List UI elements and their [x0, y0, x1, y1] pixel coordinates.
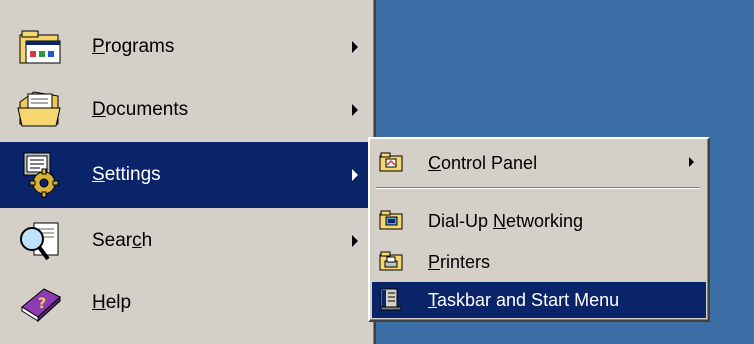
submenu-item-taskbar-and-start-menu[interactable]: Taskbar and Start Menu	[372, 282, 706, 318]
start-menu: Programs Documents Settings Search ? Hel…	[0, 0, 376, 344]
submenu-item-dialup-networking[interactable]: Dial-Up Networking	[372, 203, 706, 239]
start-menu-item-programs[interactable]: Programs	[0, 14, 372, 80]
start-menu-item-programs-label: Programs	[92, 36, 175, 57]
search-icon	[14, 215, 66, 267]
submenu-item-dialup-networking-label: Dial-Up Networking	[428, 211, 584, 231]
svg-text:?: ?	[38, 296, 46, 312]
start-menu-item-search[interactable]: Search	[0, 208, 372, 274]
submenu-arrow-icon	[352, 169, 358, 181]
printers-folder-icon	[379, 249, 403, 273]
submenu-item-control-panel-label: Control Panel	[428, 153, 538, 173]
start-menu-item-documents[interactable]: Documents	[0, 77, 372, 143]
help-icon: ?	[14, 277, 66, 329]
start-menu-item-documents-label: Documents	[92, 99, 189, 120]
settings-submenu: Control Panel Dial-Up Networking Printer…	[368, 137, 710, 322]
submenu-arrow-icon	[352, 41, 358, 53]
start-menu-item-help[interactable]: ? Help	[0, 270, 372, 336]
menu-separator	[376, 187, 700, 189]
start-menu-item-settings-label: Settings	[92, 164, 161, 185]
programs-icon	[14, 21, 66, 73]
taskbar-icon	[379, 287, 403, 311]
start-menu-item-help-label: Help	[92, 292, 132, 313]
start-menu-item-search-label: Search	[92, 230, 153, 251]
control-panel-folder-icon	[379, 150, 403, 174]
submenu-item-control-panel[interactable]: Control Panel	[372, 145, 706, 181]
submenu-arrow-icon	[689, 157, 694, 167]
start-menu-item-settings[interactable]: Settings	[0, 142, 372, 208]
submenu-item-printers-label: Printers	[428, 252, 491, 272]
submenu-arrow-icon	[352, 104, 358, 116]
dialup-networking-folder-icon	[379, 208, 403, 232]
settings-icon	[14, 149, 66, 201]
submenu-item-printers[interactable]: Printers	[372, 244, 706, 280]
submenu-arrow-icon	[352, 235, 358, 247]
documents-icon	[14, 84, 66, 136]
submenu-item-taskbar-and-start-menu-label: Taskbar and Start Menu	[428, 290, 620, 310]
